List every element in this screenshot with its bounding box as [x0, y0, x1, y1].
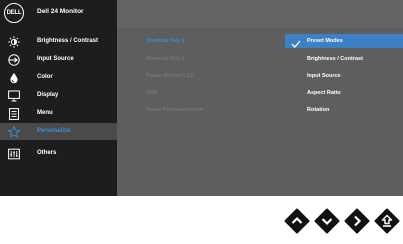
up-arrow-icon — [284, 208, 310, 234]
submenu-item-shortcut-key-2[interactable]: Shortcut Key 2 — [146, 56, 185, 62]
down-button[interactable] — [314, 208, 340, 234]
checkmark-icon — [291, 36, 301, 48]
settings-panel: Shortcut Key 1 Shortcut Key 2 Power Butt… — [117, 0, 403, 196]
sidebar-item-label: Color — [37, 74, 53, 80]
submenu-item-shortcut-key-1[interactable]: Shortcut Key 1 — [146, 38, 185, 44]
selected-option-highlight — [285, 34, 403, 48]
right-arrow-icon — [344, 208, 370, 234]
color-icon — [8, 72, 20, 84]
app-title: Dell 24 Monitor — [37, 8, 84, 15]
submenu-item-power-button-led[interactable]: Power Button LED — [146, 73, 194, 79]
up-button[interactable] — [284, 208, 310, 234]
sidebar-item-display[interactable]: Display — [0, 87, 117, 104]
sidebar-item-color[interactable]: Color — [0, 69, 117, 86]
option-brightness-contrast[interactable]: Brightness / Contrast — [307, 56, 363, 62]
menu-icon — [8, 108, 20, 120]
input-source-icon — [8, 54, 20, 66]
select-button[interactable] — [344, 208, 370, 234]
panel-header — [117, 0, 403, 28]
sidebar-item-label: Display — [37, 92, 59, 98]
sidebar-item-label: Personalize — [37, 128, 71, 134]
sidebar-item-input-source[interactable]: Input Source — [0, 51, 117, 68]
option-input-source[interactable]: Input Source — [307, 73, 341, 79]
monitor-buttons — [0, 208, 403, 238]
submenu-item-usb[interactable]: USB — [146, 90, 158, 96]
star-icon — [8, 126, 20, 138]
submenu-item-reset-personalization[interactable]: Reset Personalization — [146, 107, 203, 113]
sidebar-item-menu[interactable]: Menu — [0, 105, 117, 122]
sidebar-item-brightness-contrast[interactable]: Brightness / Contrast — [0, 33, 117, 50]
sidebar-item-personalize[interactable]: Personalize — [0, 123, 117, 140]
sidebar-item-label: Menu — [37, 110, 53, 116]
sidebar-item-label: Input Source — [37, 56, 74, 62]
brightness-icon — [8, 36, 20, 48]
sidebar-item-others[interactable]: Others — [0, 145, 117, 162]
monitor-osd-menu: DELL Dell 24 Monitor Brightness / Contra… — [0, 0, 403, 196]
option-preset-modes[interactable]: Preset Modes — [307, 38, 343, 44]
back-icon — [374, 208, 400, 234]
display-icon — [8, 90, 20, 102]
option-rotation[interactable]: Rotation — [307, 107, 329, 113]
back-button[interactable] — [374, 208, 400, 234]
sidebar-item-label: Brightness / Contrast — [37, 38, 99, 44]
sidebar-item-label: Others — [37, 150, 57, 156]
others-icon — [8, 148, 20, 160]
dell-logo: DELL — [4, 3, 24, 23]
sidebar: DELL Dell 24 Monitor Brightness / Contra… — [0, 0, 117, 196]
down-arrow-icon — [314, 208, 340, 234]
option-aspect-ratio[interactable]: Aspect Ratio — [307, 90, 341, 96]
